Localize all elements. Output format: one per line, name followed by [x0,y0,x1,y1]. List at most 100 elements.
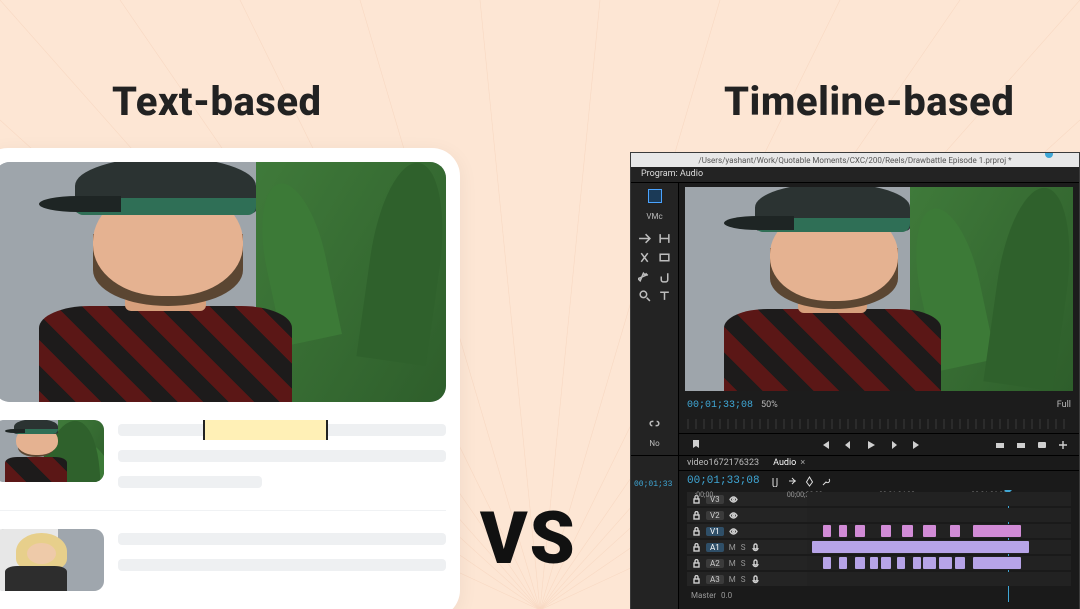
timeline-clip[interactable] [955,557,966,569]
razor-tool-icon[interactable] [638,251,652,265]
go-to-in-button[interactable] [818,438,831,451]
timeline-clip[interactable] [913,557,921,569]
settings-button[interactable] [1056,438,1069,451]
sequence-timecode[interactable]: 00;01;33;08 [687,475,760,487]
slip-tool-icon[interactable] [658,251,672,265]
timeline-clip[interactable] [902,525,913,537]
track-header-a2[interactable]: A2MS [687,556,807,570]
timeline-clip[interactable] [855,557,866,569]
monitor-frame-illustration [685,187,1073,391]
timeline-clip[interactable] [812,541,1028,553]
marker-tool-icon[interactable] [804,476,815,487]
track-a3 [807,572,1071,586]
program-scrub-ruler[interactable] [687,419,1071,429]
timeline-clip[interactable] [973,557,1021,569]
source-timecode-column: 00;01;33 [631,456,679,609]
heading-timeline-based: Timeline-based [724,78,1014,125]
timeline-clip[interactable] [839,525,847,537]
track-headers: V3 V2 V1 A1MS A2MS A3MS Master0.0 [687,492,807,602]
hand-tool-icon[interactable] [658,270,672,284]
link-tool-icon[interactable] [648,416,662,430]
sequence-tab[interactable]: video1672176323 [687,458,759,468]
linked-selection-icon[interactable] [787,476,798,487]
timeline-clip[interactable] [923,525,936,537]
step-back-button[interactable] [841,438,854,451]
thumbnail-illustration [0,420,104,482]
timeline-clip[interactable] [823,557,831,569]
timeline-clip[interactable] [881,557,892,569]
sequence-tab-active[interactable]: Audio [773,458,805,468]
timeline-clip[interactable] [923,557,936,569]
eye-icon[interactable] [729,510,739,520]
add-marker-button[interactable] [689,438,702,451]
timeline-clip[interactable] [839,557,847,569]
eye-icon[interactable] [729,526,739,536]
snap-icon[interactable] [770,476,781,487]
lock-icon[interactable] [691,574,701,584]
main-video-preview[interactable] [0,162,446,402]
thumbnail-illustration [0,529,104,591]
pen-tool-icon[interactable] [638,270,652,284]
program-panel-tab[interactable]: Program: Audio [631,167,1079,183]
timeline-clip[interactable] [855,525,866,537]
zoom-percent[interactable]: 50% [761,400,778,410]
track-header-master[interactable]: Master0.0 [687,588,807,602]
transcript-selection[interactable] [203,420,328,440]
vs-label: VS [480,496,577,581]
track-v2 [807,508,1071,522]
track-header-a3[interactable]: A3MS [687,572,807,586]
play-button[interactable] [864,438,877,451]
text-based-editor-card [0,148,460,609]
step-forward-button[interactable] [887,438,900,451]
clip-thumbnail[interactable] [0,529,104,591]
track-header-v2[interactable]: V2 [687,508,807,522]
lock-icon[interactable] [691,526,701,536]
zoom-tool-icon[interactable] [638,289,652,303]
program-timecode[interactable]: 00;01;33;08 [687,400,753,411]
lift-button[interactable] [993,438,1006,451]
timeline-clip[interactable] [939,557,952,569]
track-header-a1[interactable]: A1MS [687,540,807,554]
window-title: /Users/yashant/Work/Quotable Moments/CXC… [698,156,1011,165]
export-frame-button[interactable] [1035,438,1048,451]
timeline-track-area[interactable] [807,492,1071,602]
transcript-line[interactable] [118,559,446,571]
lock-icon[interactable] [691,558,701,568]
heading-text-based: Text-based [112,78,322,125]
mic-icon[interactable] [750,558,760,568]
timeline-clip[interactable] [881,525,892,537]
clip-thumbnail[interactable] [0,420,104,482]
ruler-tick: ;00;00 [695,491,714,499]
program-monitor[interactable] [685,187,1073,391]
transcript-line[interactable] [118,533,446,545]
ripple-edit-tool-icon[interactable] [658,232,672,246]
track-v3 [807,492,1071,506]
resolution-label[interactable]: Full [1057,400,1071,410]
video-frame-illustration [0,162,446,402]
track-header-v1[interactable]: V1 [687,524,807,538]
extract-button[interactable] [1014,438,1027,451]
selection-tool[interactable] [648,189,662,203]
timeline-clip[interactable] [897,557,905,569]
type-tool-icon[interactable] [658,289,672,303]
timeline-clip[interactable] [823,525,831,537]
timeline-clip[interactable] [950,525,961,537]
timeline-clip[interactable] [973,525,1021,537]
program-monitor-panel: 00;01;33;08 50% Full [679,183,1079,455]
lock-icon[interactable] [691,510,701,520]
mic-icon[interactable] [750,574,760,584]
timeline-clip[interactable] [870,557,878,569]
mark-in-button[interactable] [712,438,725,451]
source-timecode: 00;01;33 [631,456,678,513]
lock-icon[interactable] [691,542,701,552]
mark-out-button[interactable] [735,438,748,451]
transcript-line[interactable] [118,424,446,436]
transcript-line[interactable] [118,476,262,488]
eye-icon[interactable] [729,494,739,504]
go-to-out-button[interactable] [910,438,923,451]
mic-icon[interactable] [750,542,760,552]
transcript-line[interactable] [118,450,446,462]
track-select-tool-icon[interactable] [638,232,652,246]
track-a1 [807,540,1071,554]
settings-wrench-icon[interactable] [821,476,832,487]
